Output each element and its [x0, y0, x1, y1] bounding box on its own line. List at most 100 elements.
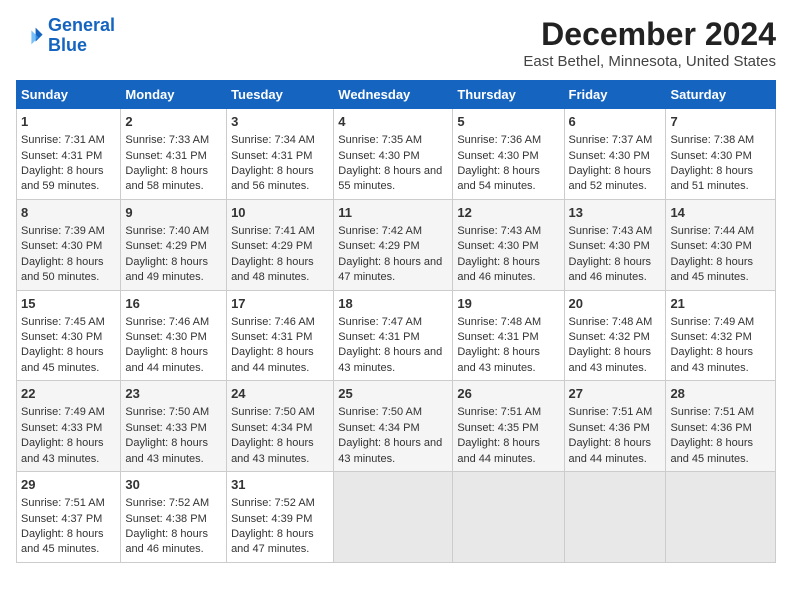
sunset-time: Sunset: 4:31 PM [457, 330, 559, 345]
sunset-time: Sunset: 4:29 PM [231, 239, 329, 254]
calendar-cell: 24Sunrise: 7:50 AMSunset: 4:34 PMDayligh… [227, 381, 334, 472]
daylight-hours: Daylight: 8 hours and 46 minutes. [125, 527, 222, 558]
day-number: 1 [21, 113, 116, 131]
daylight-hours: Daylight: 8 hours and 44 minutes. [569, 436, 662, 467]
calendar-cell: 4Sunrise: 7:35 AMSunset: 4:30 PMDaylight… [334, 109, 453, 200]
sunset-time: Sunset: 4:30 PM [569, 149, 662, 164]
logo-text: General Blue [48, 16, 115, 56]
sunrise-time: Sunrise: 7:49 AM [670, 315, 771, 330]
sunrise-time: Sunrise: 7:51 AM [21, 496, 116, 511]
sunrise-time: Sunrise: 7:33 AM [125, 133, 222, 148]
daylight-hours: Daylight: 8 hours and 56 minutes. [231, 164, 329, 195]
sunset-time: Sunset: 4:33 PM [21, 421, 116, 436]
calendar-cell [334, 472, 453, 563]
sunset-time: Sunset: 4:31 PM [125, 149, 222, 164]
daylight-hours: Daylight: 8 hours and 44 minutes. [457, 436, 559, 467]
day-number: 15 [21, 295, 116, 313]
sunrise-time: Sunrise: 7:43 AM [457, 224, 559, 239]
sunrise-time: Sunrise: 7:52 AM [125, 496, 222, 511]
sunset-time: Sunset: 4:30 PM [21, 239, 116, 254]
column-header-sunday: Sunday [17, 81, 121, 109]
daylight-hours: Daylight: 8 hours and 43 minutes. [125, 436, 222, 467]
sunset-time: Sunset: 4:34 PM [231, 421, 329, 436]
calendar-week-row: 29Sunrise: 7:51 AMSunset: 4:37 PMDayligh… [17, 472, 776, 563]
sunrise-time: Sunrise: 7:36 AM [457, 133, 559, 148]
day-number: 28 [670, 385, 771, 403]
daylight-hours: Daylight: 8 hours and 45 minutes. [670, 436, 771, 467]
calendar-cell: 25Sunrise: 7:50 AMSunset: 4:34 PMDayligh… [334, 381, 453, 472]
day-number: 5 [457, 113, 559, 131]
sunset-time: Sunset: 4:39 PM [231, 512, 329, 527]
daylight-hours: Daylight: 8 hours and 43 minutes. [338, 345, 448, 376]
daylight-hours: Daylight: 8 hours and 58 minutes. [125, 164, 222, 195]
sunset-time: Sunset: 4:32 PM [569, 330, 662, 345]
daylight-hours: Daylight: 8 hours and 44 minutes. [125, 345, 222, 376]
sunrise-time: Sunrise: 7:51 AM [569, 405, 662, 420]
column-header-friday: Friday [564, 81, 666, 109]
sunrise-time: Sunrise: 7:35 AM [338, 133, 448, 148]
daylight-hours: Daylight: 8 hours and 43 minutes. [21, 436, 116, 467]
page-header: General Blue December 2024 East Bethel, … [16, 16, 776, 70]
calendar-cell: 1Sunrise: 7:31 AMSunset: 4:31 PMDaylight… [17, 109, 121, 200]
sunrise-time: Sunrise: 7:42 AM [338, 224, 448, 239]
sunset-time: Sunset: 4:30 PM [457, 239, 559, 254]
calendar-cell: 18Sunrise: 7:47 AMSunset: 4:31 PMDayligh… [334, 290, 453, 381]
calendar-cell: 27Sunrise: 7:51 AMSunset: 4:36 PMDayligh… [564, 381, 666, 472]
main-title: December 2024 [523, 16, 776, 53]
calendar-cell [666, 472, 776, 563]
sunrise-time: Sunrise: 7:48 AM [457, 315, 559, 330]
calendar-week-row: 15Sunrise: 7:45 AMSunset: 4:30 PMDayligh… [17, 290, 776, 381]
calendar-cell: 26Sunrise: 7:51 AMSunset: 4:35 PMDayligh… [453, 381, 564, 472]
sunset-time: Sunset: 4:36 PM [670, 421, 771, 436]
day-number: 20 [569, 295, 662, 313]
calendar-cell: 12Sunrise: 7:43 AMSunset: 4:30 PMDayligh… [453, 199, 564, 290]
day-number: 25 [338, 385, 448, 403]
day-number: 2 [125, 113, 222, 131]
calendar-cell: 22Sunrise: 7:49 AMSunset: 4:33 PMDayligh… [17, 381, 121, 472]
day-number: 6 [569, 113, 662, 131]
day-number: 16 [125, 295, 222, 313]
sunset-time: Sunset: 4:30 PM [21, 330, 116, 345]
calendar-cell: 29Sunrise: 7:51 AMSunset: 4:37 PMDayligh… [17, 472, 121, 563]
day-number: 22 [21, 385, 116, 403]
column-header-monday: Monday [121, 81, 227, 109]
sunrise-time: Sunrise: 7:44 AM [670, 224, 771, 239]
calendar-cell: 23Sunrise: 7:50 AMSunset: 4:33 PMDayligh… [121, 381, 227, 472]
sunrise-time: Sunrise: 7:34 AM [231, 133, 329, 148]
day-number: 24 [231, 385, 329, 403]
sunset-time: Sunset: 4:30 PM [670, 239, 771, 254]
day-number: 31 [231, 476, 329, 494]
daylight-hours: Daylight: 8 hours and 45 minutes. [21, 527, 116, 558]
sunrise-time: Sunrise: 7:43 AM [569, 224, 662, 239]
day-number: 8 [21, 204, 116, 222]
subtitle: East Bethel, Minnesota, United States [523, 53, 776, 70]
sunrise-time: Sunrise: 7:46 AM [125, 315, 222, 330]
calendar-cell: 11Sunrise: 7:42 AMSunset: 4:29 PMDayligh… [334, 199, 453, 290]
calendar-cell: 30Sunrise: 7:52 AMSunset: 4:38 PMDayligh… [121, 472, 227, 563]
calendar-week-row: 22Sunrise: 7:49 AMSunset: 4:33 PMDayligh… [17, 381, 776, 472]
day-number: 11 [338, 204, 448, 222]
daylight-hours: Daylight: 8 hours and 51 minutes. [670, 164, 771, 195]
sunrise-time: Sunrise: 7:31 AM [21, 133, 116, 148]
sunset-time: Sunset: 4:36 PM [569, 421, 662, 436]
daylight-hours: Daylight: 8 hours and 43 minutes. [338, 436, 448, 467]
column-header-saturday: Saturday [666, 81, 776, 109]
sunset-time: Sunset: 4:29 PM [125, 239, 222, 254]
sunset-time: Sunset: 4:31 PM [231, 330, 329, 345]
sunset-time: Sunset: 4:31 PM [21, 149, 116, 164]
daylight-hours: Daylight: 8 hours and 55 minutes. [338, 164, 448, 195]
sunset-time: Sunset: 4:32 PM [670, 330, 771, 345]
sunset-time: Sunset: 4:30 PM [125, 330, 222, 345]
calendar-cell: 7Sunrise: 7:38 AMSunset: 4:30 PMDaylight… [666, 109, 776, 200]
daylight-hours: Daylight: 8 hours and 43 minutes. [231, 436, 329, 467]
sunrise-time: Sunrise: 7:46 AM [231, 315, 329, 330]
sunrise-time: Sunrise: 7:51 AM [457, 405, 559, 420]
sunrise-time: Sunrise: 7:50 AM [338, 405, 448, 420]
daylight-hours: Daylight: 8 hours and 45 minutes. [670, 255, 771, 286]
logo-line2: Blue [48, 35, 87, 55]
calendar-cell: 3Sunrise: 7:34 AMSunset: 4:31 PMDaylight… [227, 109, 334, 200]
calendar-cell: 28Sunrise: 7:51 AMSunset: 4:36 PMDayligh… [666, 381, 776, 472]
sunset-time: Sunset: 4:29 PM [338, 239, 448, 254]
day-number: 23 [125, 385, 222, 403]
sunset-time: Sunset: 4:30 PM [457, 149, 559, 164]
